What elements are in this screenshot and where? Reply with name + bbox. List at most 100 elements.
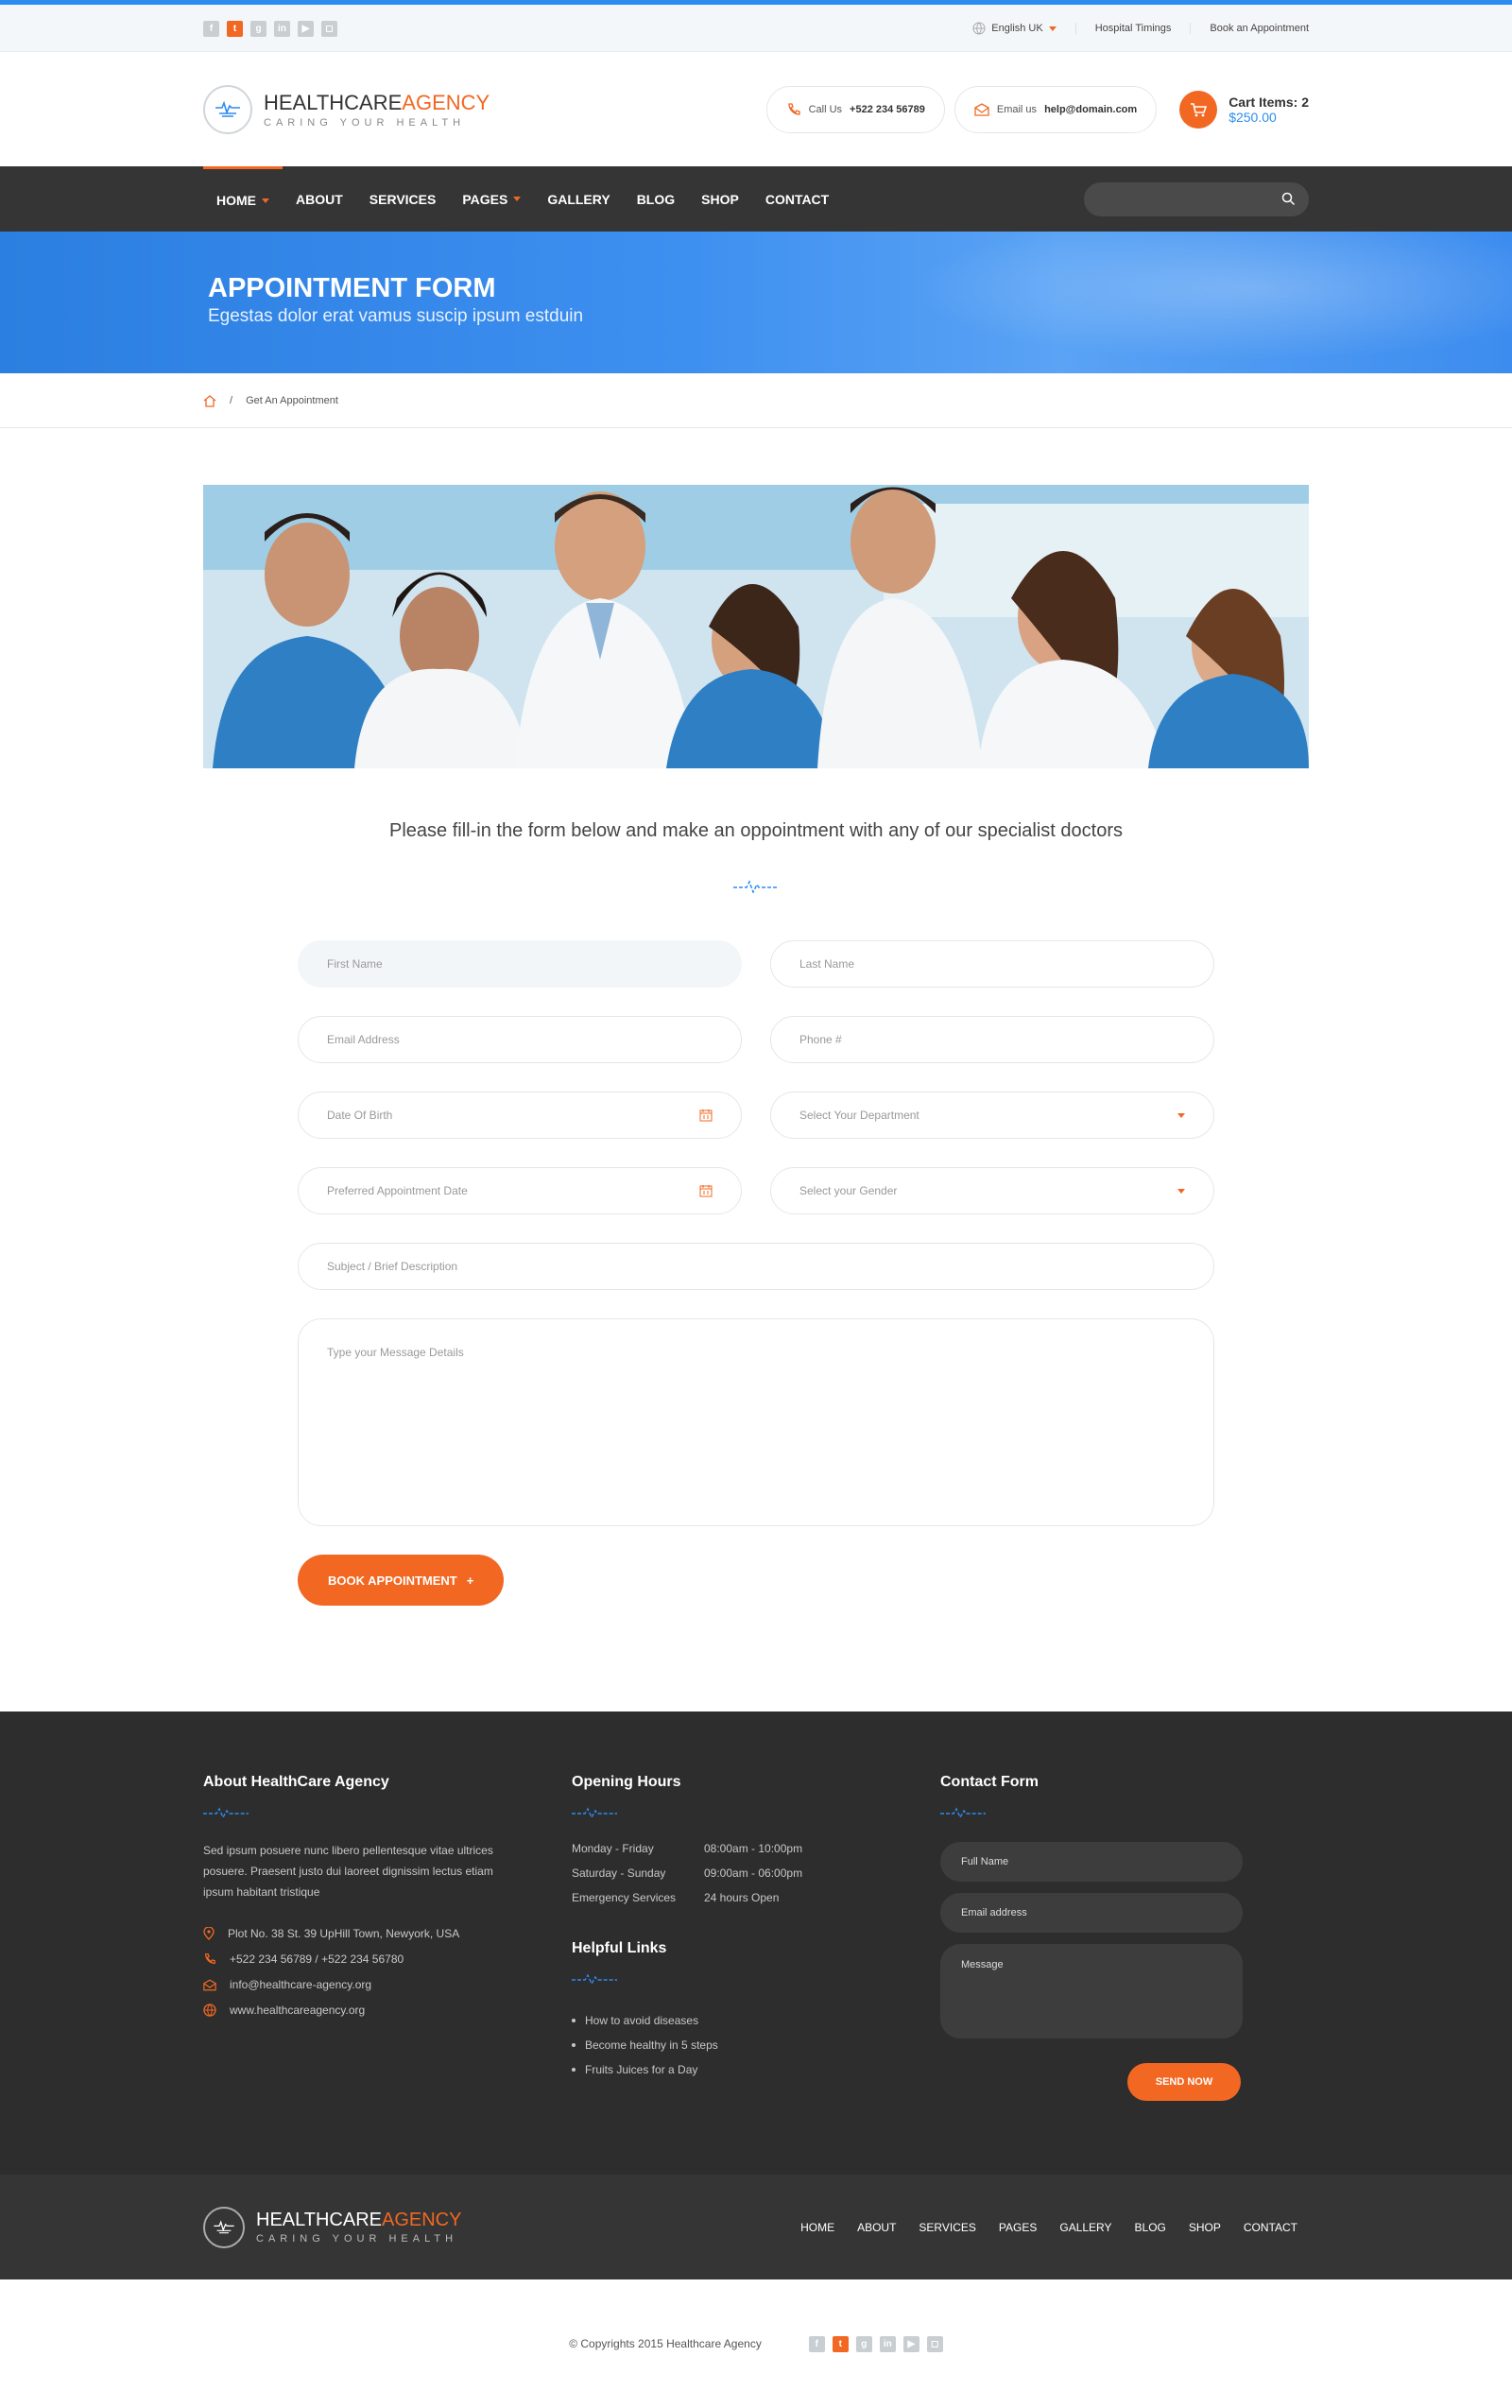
linkedin-icon[interactable]: in	[879, 2335, 896, 2352]
logo-main-text: HEALTHCARE	[264, 90, 403, 114]
footer-logo-title: HEALTHCAREAGENCY	[256, 2210, 461, 2231]
contact-email-placeholder: Email address	[961, 1907, 1027, 1918]
footer-nav-blog[interactable]: BLOG	[1124, 2221, 1177, 2234]
preferred-date-input[interactable]: Preferred Appointment Date	[298, 1167, 742, 1214]
form-intro-text: Please fill-in the form below and make a…	[389, 820, 1123, 841]
hours-row: Saturday - Sunday 09:00am - 06:00pm	[572, 1866, 940, 1891]
book-appointment-label: Book an Appointment	[1210, 23, 1309, 34]
footer-nav-shop[interactable]: SHOP	[1177, 2221, 1232, 2234]
chevron-down-icon	[262, 198, 269, 203]
footer-website[interactable]: www.healthcareagency.org	[203, 2004, 572, 2017]
book-appointment-link[interactable]: Book an Appointment	[1190, 23, 1309, 34]
nav-about[interactable]: ABOUT	[283, 166, 356, 232]
envelope-icon	[974, 102, 989, 116]
copyright-bar: © Copyrights 2015 Healthcare Agency f t …	[0, 2279, 1512, 2408]
home-icon[interactable]	[203, 394, 216, 407]
nav-home[interactable]: HOME	[203, 166, 283, 232]
nav-shop-label: SHOP	[701, 191, 739, 207]
hours-day: Emergency Services	[572, 1891, 677, 1904]
main-nav: HOME ABOUT SERVICES PAGES GALLERY BLOG S…	[0, 166, 1512, 232]
calendar-icon[interactable]	[699, 1184, 713, 1197]
hours-row: Monday - Friday 08:00am - 10:00pm	[572, 1842, 940, 1866]
footer-nav-about[interactable]: ABOUT	[846, 2221, 907, 2234]
page-subtitle: Egestas dolor erat vamus suscip ipsum es…	[208, 306, 584, 326]
logo[interactable]: HEALTHCAREAGENCY CARING YOUR HEALTH	[203, 84, 490, 134]
footer-phone-text: +522 234 56789 / +522 234 56780	[230, 1952, 404, 1966]
hospital-timings-link[interactable]: Hospital Timings	[1074, 23, 1191, 34]
last-name-input[interactable]: Last Name	[770, 940, 1214, 988]
send-now-button[interactable]: SEND NOW	[1127, 2063, 1241, 2101]
google-plus-icon[interactable]: g	[855, 2335, 872, 2352]
phone-icon	[787, 102, 800, 115]
footer-nav-contact[interactable]: CONTACT	[1232, 2221, 1309, 2234]
logo-accent-text: AGENCY	[402, 90, 490, 114]
appointment-form: First Name Last Name Email Address Phone…	[298, 940, 1214, 1606]
hours-row: Emergency Services 24 hours Open	[572, 1891, 940, 1916]
nav-services[interactable]: SERVICES	[356, 166, 450, 232]
nav-shop[interactable]: SHOP	[688, 166, 752, 232]
instagram-icon[interactable]: ◻	[321, 20, 337, 37]
gender-select[interactable]: Select your Gender	[770, 1167, 1214, 1214]
nav-contact[interactable]: CONTACT	[752, 166, 842, 232]
twitter-icon[interactable]: t	[227, 20, 243, 37]
nav-pages[interactable]: PAGES	[449, 166, 534, 232]
doctors-team-image	[203, 485, 1309, 768]
footer-nav-home[interactable]: HOME	[789, 2221, 846, 2234]
email-input[interactable]: Email Address	[298, 1016, 742, 1063]
email-label: Email us	[996, 103, 1038, 115]
nav-contact-label: CONTACT	[765, 191, 830, 207]
footer-logo-tagline: CARING YOUR HEALTH	[256, 2233, 458, 2245]
footer-link[interactable]: Fruits Juices for a Day	[572, 2057, 940, 2082]
footer-link[interactable]: Become healthy in 5 steps	[572, 2033, 940, 2057]
twitter-icon[interactable]: t	[832, 2335, 849, 2352]
footer-hours-title: Opening Hours	[572, 1774, 681, 1790]
footer-logo-main-text: HEALTHCARE	[256, 2210, 382, 2230]
nav-about-label: ABOUT	[296, 191, 343, 207]
cart-summary[interactable]: Cart Items: 2 $250.00	[1179, 90, 1309, 129]
message-textarea[interactable]: Type your Message Details	[298, 1318, 1214, 1526]
calendar-icon[interactable]	[699, 1109, 713, 1122]
search-icon[interactable]	[1281, 192, 1296, 206]
footer-nav-services[interactable]: SERVICES	[907, 2221, 987, 2234]
hours-time: 08:00am - 10:00pm	[704, 1842, 803, 1855]
hours-day: Monday - Friday	[572, 1842, 654, 1855]
call-label: Call Us	[808, 103, 843, 115]
nav-gallery[interactable]: GALLERY	[534, 166, 623, 232]
first-name-placeholder: First Name	[327, 957, 383, 971]
contact-name-input[interactable]: Full Name	[940, 1842, 1243, 1882]
footer-link-label: How to avoid diseases	[585, 2014, 699, 2027]
globe-icon	[203, 2004, 216, 2017]
footer-nav-gallery[interactable]: GALLERY	[1048, 2221, 1123, 2234]
nav-home-label: HOME	[216, 193, 256, 208]
logo-tagline: CARING YOUR HEALTH	[264, 116, 466, 129]
date-of-birth-input[interactable]: Date Of Birth	[298, 1092, 742, 1139]
subject-input[interactable]: Subject / Brief Description	[298, 1243, 1214, 1290]
pulse-divider-icon	[572, 1972, 940, 1989]
first-name-input[interactable]: First Name	[298, 940, 742, 988]
nav-blog[interactable]: BLOG	[624, 166, 688, 232]
dob-placeholder: Date Of Birth	[327, 1109, 393, 1122]
search-input[interactable]	[1084, 181, 1309, 216]
footer-logo[interactable]: HEALTHCAREAGENCY CARING YOUR HEALTH	[203, 2206, 461, 2248]
contact-email-input[interactable]: Email address	[940, 1893, 1243, 1933]
contact-message-input[interactable]: Message	[940, 1944, 1243, 2038]
footer-email[interactable]: info@healthcare-agency.org	[203, 1978, 572, 1991]
linkedin-icon[interactable]: in	[274, 20, 290, 37]
footer-nav-pages[interactable]: PAGES	[988, 2221, 1048, 2234]
facebook-icon[interactable]: f	[808, 2335, 825, 2352]
department-select[interactable]: Select Your Department	[770, 1092, 1214, 1139]
google-plus-icon[interactable]: g	[250, 20, 266, 37]
language-selector[interactable]: English UK	[954, 22, 1074, 35]
call-us-pill[interactable]: Call Us +522 234 56789	[765, 85, 945, 133]
facebook-icon[interactable]: f	[203, 20, 219, 37]
instagram-icon[interactable]: ◻	[926, 2335, 943, 2352]
copyright-text: © Copyrights 2015 Healthcare Agency	[569, 2337, 762, 2350]
cart-total: $250.00	[1228, 109, 1277, 125]
youtube-icon[interactable]: ▶	[298, 20, 314, 37]
email-us-pill[interactable]: Email us help@domain.com	[954, 85, 1158, 133]
youtube-icon[interactable]: ▶	[902, 2335, 919, 2352]
chevron-down-icon	[1048, 26, 1057, 31]
phone-input[interactable]: Phone #	[770, 1016, 1214, 1063]
book-appointment-button[interactable]: BOOK APPOINTMENT +	[298, 1555, 505, 1606]
footer-link[interactable]: How to avoid diseases	[572, 2008, 940, 2033]
